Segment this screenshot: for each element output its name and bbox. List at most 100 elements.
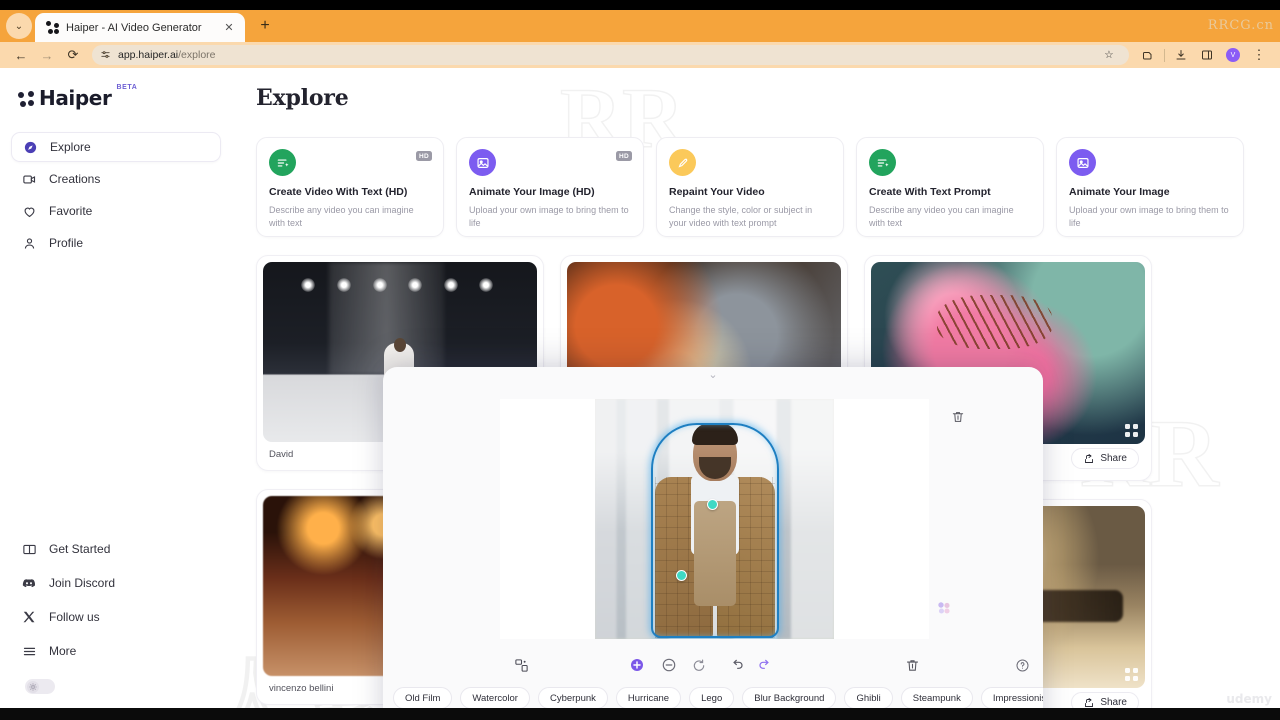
screen: ⌄ Haiper - AI Video Generator ✕ + RRCG.c… [0, 0, 1280, 720]
sidebar-item-label: Follow us [49, 610, 100, 624]
style-chip[interactable]: Lego [689, 687, 735, 708]
brush-icon [669, 149, 696, 176]
feature-card[interactable]: Repaint Your Video Change the style, col… [656, 137, 844, 237]
style-chip-row: Old Film Watercolor Cyberpunk Hurricane … [383, 687, 1043, 708]
redo-button[interactable] [750, 652, 780, 678]
haiper-logo-icon [18, 91, 34, 107]
sidebar-item-label: Favorite [49, 204, 93, 218]
x-twitter-icon [21, 609, 37, 625]
brand-logo[interactable]: Haiper BETA [0, 68, 232, 108]
sidebar-item-label: Get Started [49, 542, 111, 556]
feature-card-title: Animate Your Image [1069, 186, 1170, 198]
share-label: Share [1100, 697, 1127, 708]
forward-button[interactable]: → [34, 44, 60, 66]
style-chip[interactable]: Hurricane [615, 687, 682, 708]
undo-button[interactable] [722, 652, 752, 678]
primary-nav: Explore Creations Favorite Profile [0, 132, 232, 258]
browser-tab[interactable]: Haiper - AI Video Generator ✕ [35, 13, 245, 42]
hd-badge: HD [616, 151, 632, 161]
tab-title: Haiper - AI Video Generator [66, 21, 202, 34]
sidebar-item-label: Profile [49, 236, 84, 250]
sidebar-item-explore[interactable]: Explore [11, 132, 221, 162]
sidebar-item-profile[interactable]: Profile [11, 228, 221, 258]
share-button[interactable]: Share [1071, 692, 1139, 708]
editor-toolbar [383, 648, 1043, 682]
sidebar-item-creations[interactable]: Creations [11, 164, 221, 194]
feature-card-desc: Upload your own image to bring them to l… [469, 205, 629, 229]
text-sparkle-icon [869, 149, 896, 176]
feature-card[interactable]: HD Create Video With Text (HD) Describe … [256, 137, 444, 237]
reload-button[interactable]: ⟳ [60, 44, 86, 66]
feature-card[interactable]: Create With Text Prompt Describe any vid… [856, 137, 1044, 237]
collapse-sheet-handle[interactable]: ⌄ [383, 367, 1043, 381]
hd-badge: HD [416, 151, 432, 161]
feature-card-desc: Upload your own image to bring them to l… [1069, 205, 1229, 229]
reset-mask-button[interactable] [684, 652, 714, 678]
sidebar-item-label: More [49, 644, 77, 658]
avatar-initial: V [1226, 48, 1240, 62]
sidebar: Haiper BETA Explore Creations Favorite P… [0, 68, 232, 708]
sidebar-item-more[interactable]: More [11, 635, 221, 667]
extensions-icon[interactable] [1135, 44, 1161, 66]
web-page: R RR 人人素材 人人素材 RR Haiper BETA Explore [0, 68, 1280, 708]
tune-icon[interactable] [100, 49, 111, 62]
tab-search-chevron-icon[interactable]: ⌄ [6, 13, 32, 39]
remove-point-button[interactable] [654, 652, 684, 678]
delete-button[interactable] [897, 652, 927, 678]
selection-point[interactable] [706, 499, 718, 510]
editor-canvas[interactable] [500, 399, 964, 639]
haiper-logo-icon [46, 21, 59, 34]
image-icon [469, 149, 496, 176]
address-bar[interactable]: app.haiper.ai/explore ☆ [92, 45, 1129, 65]
watermark-udemy: udemy [1226, 692, 1272, 706]
secondary-nav: Get Started Join Discord Follow us More [0, 533, 232, 694]
toolbar-divider [1164, 48, 1165, 62]
style-chip[interactable]: Blur Background [742, 687, 837, 708]
sun-icon [26, 680, 39, 693]
style-chip[interactable]: Impressionism [980, 687, 1043, 708]
style-chip[interactable]: Cyberpunk [537, 687, 608, 708]
add-point-button[interactable] [622, 652, 652, 678]
style-chip[interactable]: Steampunk [900, 687, 973, 708]
compass-icon [22, 139, 38, 155]
sidebar-item-follow-us[interactable]: Follow us [11, 601, 221, 633]
style-chip[interactable]: Watercolor [460, 687, 530, 708]
sidebar-item-get-started[interactable]: Get Started [11, 533, 221, 565]
bookmark-star-icon[interactable]: ☆ [1097, 45, 1121, 65]
share-label: Share [1100, 453, 1127, 464]
feature-card-title: Animate Your Image (HD) [469, 186, 595, 198]
feature-card[interactable]: HD Animate Your Image (HD) Upload your o… [456, 137, 644, 237]
heart-icon [21, 203, 37, 219]
theme-toggle[interactable] [25, 679, 55, 694]
feature-card-title: Create With Text Prompt [869, 186, 991, 198]
help-button[interactable] [1007, 652, 1037, 678]
sidebar-item-label: Creations [49, 172, 101, 186]
page-title: Explore [256, 85, 349, 111]
profile-avatar[interactable]: V [1220, 44, 1246, 66]
download-icon[interactable] [1168, 44, 1194, 66]
side-panel-icon[interactable] [1194, 44, 1220, 66]
style-chip[interactable]: Ghibli [844, 687, 893, 708]
feature-card-desc: Describe any video you can imagine with … [269, 205, 414, 229]
share-button[interactable]: Share [1071, 448, 1139, 469]
resize-canvas-button[interactable] [506, 652, 536, 678]
menu-lines-icon [21, 643, 37, 659]
selection-outline [650, 423, 779, 638]
sidebar-item-label: Explore [50, 140, 91, 154]
close-icon[interactable]: ✕ [222, 21, 236, 34]
selected-subject[interactable] [649, 423, 781, 638]
haiper-logo-icon [1125, 668, 1138, 681]
browser-menu-button[interactable]: ⋮ [1246, 44, 1272, 66]
sidebar-item-join-discord[interactable]: Join Discord [11, 567, 221, 599]
feature-card[interactable]: Animate Your Image Upload your own image… [1056, 137, 1244, 237]
sidebar-item-favorite[interactable]: Favorite [11, 196, 221, 226]
trash-icon[interactable] [951, 410, 965, 427]
feature-card-title: Repaint Your Video [669, 186, 765, 198]
beta-badge: BETA [116, 84, 138, 91]
back-button[interactable]: ← [8, 44, 34, 66]
image-icon [1069, 149, 1096, 176]
new-tab-button[interactable]: + [252, 13, 278, 39]
style-chip[interactable]: Old Film [393, 687, 453, 708]
canvas-image[interactable] [595, 399, 834, 639]
selection-point[interactable] [675, 570, 687, 581]
